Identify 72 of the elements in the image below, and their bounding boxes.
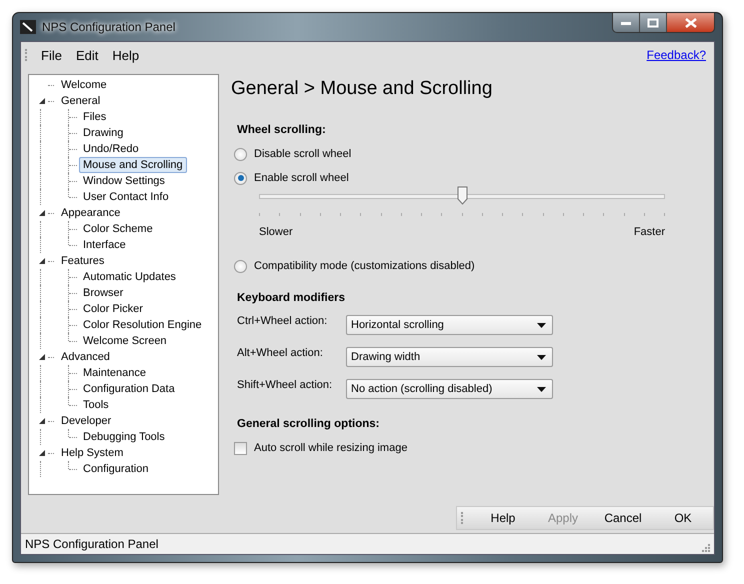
expand-triangle-icon[interactable] — [38, 449, 46, 457]
tree-item[interactable]: Files — [79, 109, 110, 125]
dialog-button[interactable]: Cancel — [593, 507, 653, 529]
status-text: NPS Configuration Panel — [25, 537, 158, 551]
dialog-button[interactable]: Help — [473, 507, 533, 529]
action-dropdown[interactable]: No action (scrolling disabled) — [346, 379, 553, 399]
caret-icon — [537, 354, 546, 360]
tree-item[interactable]: Debugging Tools — [79, 429, 169, 445]
tree-item[interactable]: Welcome Screen — [79, 333, 171, 349]
menu-item[interactable]: Edit — [72, 48, 108, 62]
window-title: NPS Configuration Panel — [42, 20, 176, 34]
tree-item[interactable]: Maintenance — [79, 365, 150, 381]
tree-item[interactable]: Color Scheme — [79, 221, 157, 237]
expand-triangle-icon[interactable] — [38, 417, 46, 425]
slider-thumb[interactable] — [457, 186, 468, 205]
radio-button[interactable] — [234, 148, 247, 160]
tree-item[interactable]: Color Picker — [79, 301, 147, 317]
action-dropdown[interactable]: Horizontal scrolling — [346, 315, 553, 335]
section-heading: Keyboard modifiers — [237, 292, 346, 304]
radio-button[interactable] — [234, 172, 247, 184]
tree-item[interactable]: Drawing — [79, 125, 128, 141]
expand-triangle-icon[interactable] — [38, 353, 46, 361]
expand-triangle-icon[interactable] — [38, 97, 46, 105]
tree-item[interactable]: Tools — [79, 397, 113, 413]
expand-triangle-icon[interactable] — [38, 209, 46, 217]
minimize-button[interactable] — [613, 13, 640, 32]
tree-item[interactable]: User Contact Info — [79, 189, 173, 205]
tree-item[interactable]: Features — [57, 253, 108, 269]
radio-label: Enable scroll wheel — [254, 172, 349, 184]
section-heading: Wheel scrolling: — [237, 124, 327, 136]
slider-min-label: Slower — [259, 226, 293, 238]
tree-item[interactable]: Help System — [57, 445, 128, 461]
section-heading: General scrolling options: — [237, 418, 380, 430]
maximize-icon — [647, 18, 659, 28]
tree-item[interactable]: Undo/Redo — [79, 141, 143, 157]
caret-icon — [537, 386, 546, 392]
tree-item[interactable]: Automatic Updates — [79, 269, 180, 285]
resize-grip-icon[interactable] — [700, 542, 710, 552]
tree-item[interactable]: Appearance — [57, 205, 124, 221]
field-label: Ctrl+Wheel action: — [237, 315, 328, 327]
caret-icon — [537, 322, 546, 328]
action-dropdown[interactable]: Drawing width — [346, 347, 553, 367]
tree-item[interactable]: Color Resolution Engine — [79, 317, 206, 333]
field-label: Alt+Wheel action: — [237, 347, 324, 359]
tree-item[interactable]: Window Settings — [79, 173, 169, 189]
radio-label: Compatibility mode (customizations disabled) — [254, 260, 475, 272]
tree-item[interactable]: Welcome — [57, 77, 111, 93]
page-title: General > Mouse and Scrolling — [231, 78, 494, 100]
tree-item[interactable]: Browser — [79, 285, 128, 301]
app-icon — [20, 19, 36, 35]
feedback-link[interactable]: Feedback? — [646, 48, 706, 62]
close-button[interactable] — [667, 13, 714, 32]
tree-item[interactable]: General — [57, 93, 104, 109]
dialog-button[interactable]: OK — [653, 507, 713, 529]
tree-item[interactable]: Configuration — [79, 461, 152, 477]
close-icon — [684, 18, 698, 28]
expand-triangle-icon[interactable] — [38, 257, 46, 265]
minimize-icon — [620, 20, 632, 26]
radio-label: Disable scroll wheel — [254, 148, 352, 160]
checkbox[interactable] — [234, 442, 247, 454]
tree-item[interactable]: Configuration Data — [79, 381, 179, 397]
tree-item[interactable]: Advanced — [57, 349, 114, 365]
tree-item[interactable]: Interface — [79, 237, 130, 253]
checkbox-label: Auto scroll while resizing image — [254, 442, 408, 454]
tree-item[interactable]: Mouse and Scrolling — [79, 157, 187, 173]
tree-item[interactable]: Developer — [57, 413, 116, 429]
menu-item[interactable]: Help — [108, 48, 150, 62]
slider-max-label: Faster — [634, 226, 665, 238]
maximize-button[interactable] — [640, 13, 667, 32]
radio-button[interactable] — [234, 260, 247, 272]
field-label: Shift+Wheel action: — [237, 379, 334, 391]
menu-item[interactable]: File — [37, 48, 72, 62]
